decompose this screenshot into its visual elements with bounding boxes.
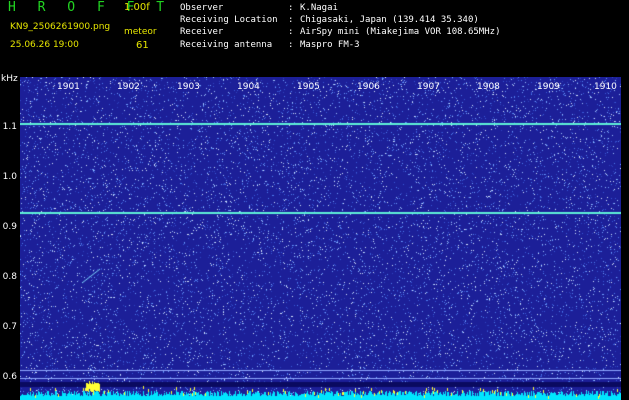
x-tick-label: 1905 [297,82,320,92]
y-tick-label: 1.1 [2,122,17,132]
info-separator: : [288,27,294,38]
info-value: K.Nagai [300,3,338,13]
meteor-count: 61 [136,40,149,51]
y-tick-label: 0.9 [2,222,17,232]
header-panel: H R O F F T 1.00f KN9_2506261900.png met… [0,0,629,76]
x-tick-label: 1907 [417,82,440,92]
info-separator: : [288,3,294,13]
station-info: Observer: K.Nagai Receiving Location: Chig… [180,2,500,51]
info-row-location: Receiving Location: Chigasaki, Japan (139… [180,14,500,26]
capture-mode: meteor [124,27,157,37]
x-tick-label: 1904 [237,82,260,92]
info-key: Observer [180,3,224,13]
y-axis-unit: kHz [1,74,18,84]
capture-datetime: 25.06.26 19:00 [10,40,79,50]
y-tick-label: 0.8 [2,272,17,282]
x-tick-label: 1906 [357,82,380,92]
info-key: Receiving antenna [180,39,273,50]
y-tick-label: 1.0 [2,172,17,182]
info-value: Maspro FM-3 [300,39,360,50]
info-row-antenna: Receiving antenna: Maspro FM-3 [180,39,500,51]
info-separator: : [288,15,294,26]
x-tick-label: 1903 [177,82,200,92]
x-tick-label: 1910 [594,82,617,92]
file-name: KN9_2506261900.png [10,22,111,32]
y-tick-label: 0.6 [2,372,17,382]
info-row-receiver: Receiver: AirSpy mini (Miakejima VOR 108.… [180,26,500,38]
spectrogram-canvas [20,77,621,400]
info-row-observer: Observer: K.Nagai [180,2,500,14]
info-key: Receiver [180,27,224,38]
x-tick-label: 1901 [57,82,80,92]
info-value: Chigasaki, Japan (139.414 35.340) [300,15,479,26]
info-separator: : [288,39,294,50]
info-key: Receiving Location [180,15,278,26]
x-tick-label: 1908 [477,82,500,92]
spectrogram-plot [20,77,621,400]
x-tick-label: 1909 [537,82,560,92]
info-value: AirSpy mini (Miakejima VOR 108.65MHz) [300,27,501,38]
x-tick-label: 1902 [117,82,140,92]
app-version: 1.00f [124,2,150,13]
y-tick-label: 0.7 [2,322,17,332]
